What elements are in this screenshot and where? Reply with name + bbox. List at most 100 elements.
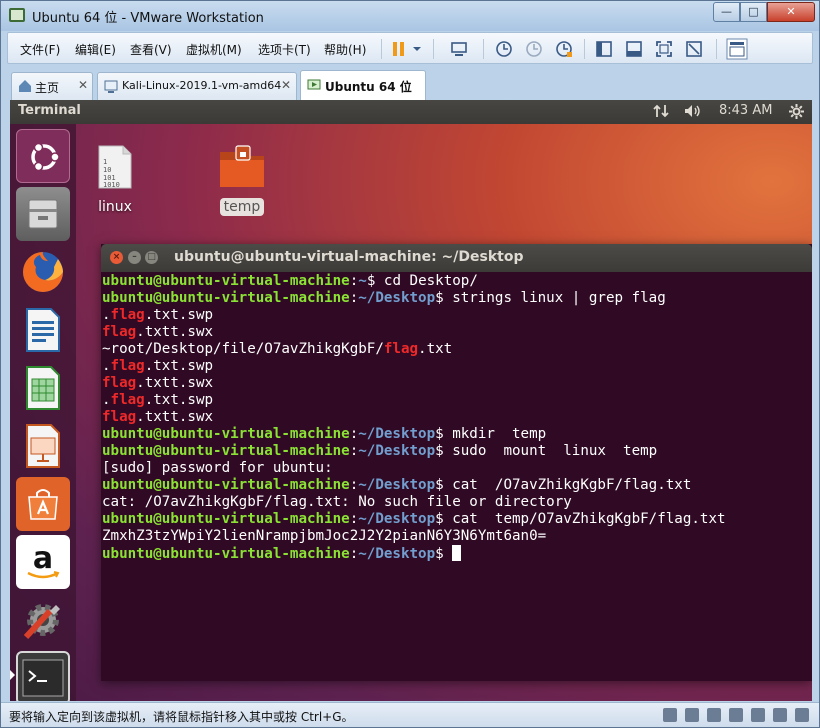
menu-file[interactable]: 文件(F) (20, 41, 60, 58)
terminal-maximize-button[interactable]: □ (145, 251, 158, 264)
command-text: strings linux | grep flag (443, 290, 666, 306)
amazon-icon[interactable]: a (16, 535, 70, 589)
prompt-separator: : (349, 477, 359, 493)
tab-home[interactable]: 主页 ✕ (11, 72, 93, 100)
revert-snapshot-icon[interactable] (524, 39, 544, 59)
grep-match-text: flag (110, 358, 145, 374)
output-text: [sudo] password for ubuntu: (102, 460, 333, 476)
gear-icon[interactable] (788, 103, 805, 120)
vmware-tab-strip: 主页 ✕ Kali-Linux-2019.1-vm-amd64 ✕ Ubuntu… (7, 68, 813, 100)
send-ctrl-alt-del-icon[interactable] (449, 39, 469, 59)
output-text: .txtt.swx (136, 324, 214, 340)
command-text: mkdir temp (443, 426, 547, 442)
display-icon[interactable] (795, 708, 809, 722)
vmware-window: Ubuntu 64 位 - VMware Workstation — □ ✕ 文… (0, 0, 820, 728)
terminal-line: flag.txtt.swx (102, 324, 810, 341)
window-title: Ubuntu 64 位 - VMware Workstation (32, 11, 264, 26)
menu-vm[interactable]: 虚拟机(M) (186, 41, 242, 58)
grep-match-text: flag (110, 307, 145, 323)
menu-tabs[interactable]: 选项卡(T) (258, 41, 311, 58)
output-text: ZmxhZ3tzYWpiY2lienNrampjbmJoc2J2Y2pianN6… (102, 528, 547, 544)
network-adapter-icon[interactable] (707, 708, 721, 722)
maximize-button[interactable]: □ (740, 2, 767, 22)
toolbar-separator (433, 39, 434, 59)
output-text: .txt.swp (144, 307, 214, 323)
writer-icon[interactable] (16, 303, 70, 357)
terminal-line: cat: /O7avZhikgKgbF/flag.txt: No such fi… (102, 494, 810, 511)
sound-card-icon[interactable] (751, 708, 765, 722)
files-icon[interactable] (16, 187, 70, 241)
close-button[interactable]: ✕ (767, 2, 815, 22)
chevron-down-icon[interactable] (411, 39, 423, 59)
terminal-line: ubuntu@ubuntu-virtual-machine:~/Desktop$… (102, 426, 810, 443)
desktop-icon-label: linux (98, 199, 132, 215)
status-message: 要将输入定向到该虚拟机，请将鼠标指针移入其中或按 Ctrl+G。 (9, 710, 354, 724)
ubuntu-top-panel: Terminal 8:43 AM (10, 100, 812, 124)
prompt-path: ~/Desktop (358, 290, 436, 306)
prompt-path: ~ (358, 273, 367, 289)
toolbar-separator (716, 39, 717, 59)
command-text: cd Desktop/ (375, 273, 478, 289)
network-icon[interactable] (652, 103, 670, 119)
volume-icon[interactable] (683, 103, 703, 119)
menu-view[interactable]: 查看(V) (130, 41, 172, 58)
tab-kali[interactable]: Kali-Linux-2019.1-vm-amd64 ✕ (97, 72, 297, 100)
grep-match-text: flag (383, 341, 419, 357)
output-text: . (102, 392, 111, 408)
clock[interactable]: 8:43 AM (719, 103, 772, 118)
terminal-line: ZmxhZ3tzYWpiY2lienNrampjbmJoc2J2Y2pianN6… (102, 528, 810, 545)
terminal-output[interactable]: ubuntu@ubuntu-virtual-machine: ~ $ cd Desk… (102, 273, 810, 677)
firefox-icon[interactable] (16, 245, 70, 299)
menu-help[interactable]: 帮助(H) (324, 41, 366, 58)
prompt-symbol: $ (435, 477, 444, 493)
output-text: .txtt.swx (136, 375, 214, 391)
printer-icon[interactable] (773, 708, 787, 722)
prompt-path: ~/Desktop (358, 546, 436, 562)
console-view-icon[interactable] (726, 38, 748, 60)
prompt-separator: : (349, 443, 359, 459)
terminal-title-bar: × – □ ubuntu@ubuntu-virtual-machine: ~/D… (101, 244, 812, 272)
grep-match-text: flag (102, 324, 137, 340)
cd-rom-icon[interactable] (685, 708, 699, 722)
terminal-line: ubuntu@ubuntu-virtual-machine:~/Desktop$ (102, 545, 810, 562)
prompt-path: ~/Desktop (358, 443, 436, 459)
desktop-icon-temp[interactable]: temp (209, 144, 275, 216)
terminal-minimize-button[interactable]: – (128, 251, 141, 264)
terminal-icon[interactable] (16, 651, 70, 701)
guest-screen[interactable]: Terminal 8:43 AM a 1 10 101 1010 linux t… (10, 100, 812, 701)
ubuntu-dash-icon[interactable] (16, 129, 70, 183)
svg-text:10: 10 (103, 166, 111, 174)
pause-icon[interactable] (389, 39, 409, 59)
output-text: .txt (418, 341, 453, 357)
tab-close-icon[interactable]: ✕ (78, 78, 88, 92)
settings-icon[interactable] (16, 593, 70, 647)
snapshot-manager-icon[interactable] (554, 39, 574, 59)
vm-icon (104, 80, 118, 93)
desktop-icon-linux[interactable]: 1 10 101 1010 linux (85, 144, 145, 216)
prompt-symbol: $ (435, 290, 444, 306)
text-file-icon: 1 10 101 1010 (98, 145, 132, 189)
unity-mode-icon[interactable] (684, 39, 704, 59)
terminal-window[interactable]: × – □ ubuntu@ubuntu-virtual-machine: ~/D… (101, 244, 812, 681)
thumbnail-bar-icon[interactable] (624, 39, 644, 59)
minimize-button[interactable]: — (713, 2, 740, 22)
terminal-close-button[interactable]: × (110, 251, 123, 264)
vmware-menu-toolbar: 文件(F) 编辑(E) 查看(V) 虚拟机(M) 选项卡(T) 帮助(H) (7, 32, 813, 64)
tab-close-icon[interactable]: ✕ (281, 78, 291, 92)
menu-edit[interactable]: 编辑(E) (75, 41, 116, 58)
usb-icon[interactable] (729, 708, 743, 722)
hard-disk-icon[interactable] (663, 708, 677, 722)
software-center-icon[interactable] (16, 477, 70, 531)
vm-running-icon (307, 79, 321, 90)
snapshot-icon[interactable] (494, 39, 514, 59)
show-library-icon[interactable] (594, 39, 614, 59)
command-text: sudo mount linux temp (443, 443, 658, 459)
prompt-user-host: ubuntu@ubuntu-virtual-machine (102, 477, 350, 493)
toolbar-separator (584, 39, 585, 59)
tab-ubuntu[interactable]: Ubuntu 64 位 (300, 70, 426, 100)
command-text (444, 546, 453, 562)
calc-icon[interactable] (16, 361, 70, 415)
full-screen-icon[interactable] (654, 39, 674, 59)
impress-icon[interactable] (16, 419, 70, 473)
prompt-symbol: $ (435, 426, 444, 442)
